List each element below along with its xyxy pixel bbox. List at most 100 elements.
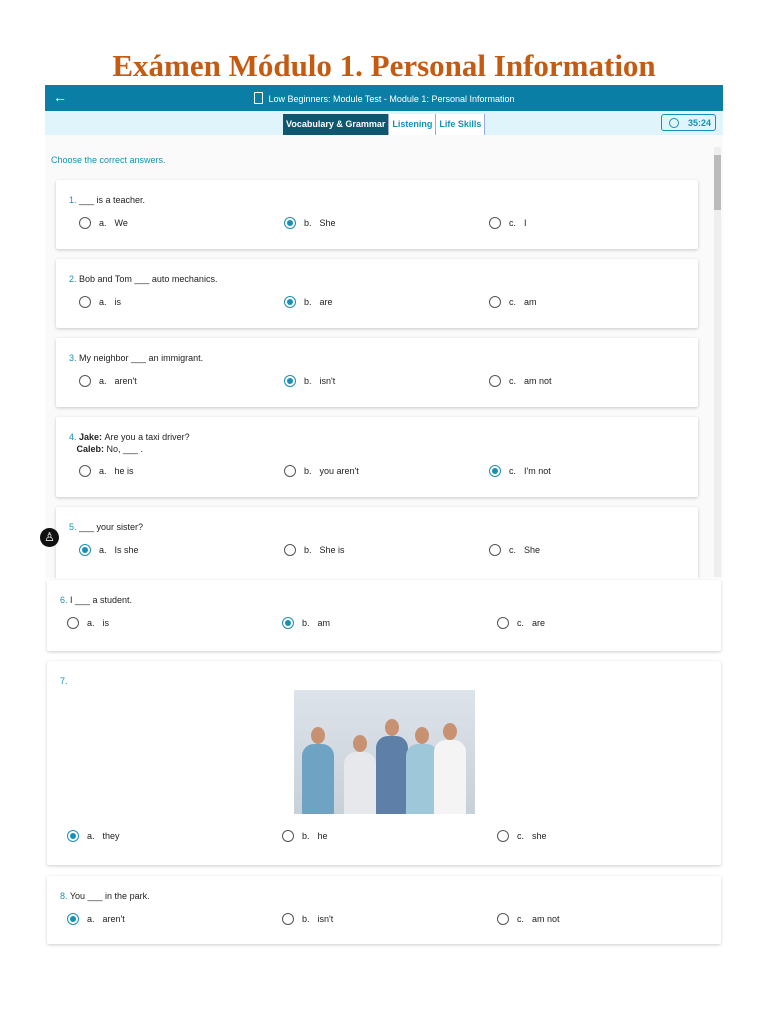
indent: [69, 444, 77, 454]
radio-unselected[interactable]: [489, 217, 501, 229]
option-label: Is she: [115, 545, 139, 555]
radio-selected[interactable]: [284, 296, 296, 308]
answer-option[interactable]: c.am not: [497, 913, 560, 925]
question-line: My neighbor ___ an immigrant.: [79, 353, 203, 363]
answer-option[interactable]: b.isn't: [284, 375, 335, 387]
option-label: is: [103, 618, 110, 628]
option-letter: c.: [509, 466, 516, 476]
document-icon: [254, 92, 263, 104]
question-text: 7.: [60, 675, 68, 687]
scrollbar-thumb[interactable]: [714, 155, 721, 210]
option-label: am not: [532, 914, 560, 924]
option-letter: b.: [302, 831, 310, 841]
radio-selected[interactable]: [67, 913, 79, 925]
person-head: [443, 723, 457, 740]
option-letter: b.: [302, 914, 310, 924]
tab-vocabulary-grammar[interactable]: Vocabulary & Grammar: [283, 114, 389, 135]
answer-option[interactable]: a. Is she: [79, 544, 139, 556]
radio-selected[interactable]: [489, 465, 501, 477]
answer-option[interactable]: c.She: [489, 544, 540, 556]
radio-unselected[interactable]: [497, 830, 509, 842]
speaker-label: Caleb:: [77, 444, 107, 454]
radio-unselected[interactable]: [282, 913, 294, 925]
option-letter: c.: [517, 618, 524, 628]
accessibility-icon[interactable]: ♙: [40, 528, 59, 547]
option-letter: b.: [304, 545, 312, 555]
radio-selected[interactable]: [67, 830, 79, 842]
question-line: Are you a taxi driver?: [105, 432, 190, 442]
answer-option[interactable]: a.aren't: [67, 913, 125, 925]
radio-unselected[interactable]: [79, 296, 91, 308]
question-line: ___ your sister?: [79, 522, 143, 532]
answer-option[interactable]: b.isn't: [282, 913, 333, 925]
option-letter: a.: [99, 545, 107, 555]
tab-listening[interactable]: Listening: [389, 114, 436, 135]
radio-selected[interactable]: [284, 217, 296, 229]
question-line: I ___ a student.: [70, 595, 132, 605]
radio-selected[interactable]: [284, 375, 296, 387]
radio-unselected[interactable]: [489, 544, 501, 556]
scrollbar[interactable]: [714, 147, 721, 577]
answer-option[interactable]: b.am: [282, 617, 330, 629]
stopwatch-icon: [669, 118, 679, 128]
question-text: 2. Bob and Tom ___ auto mechanics.: [69, 273, 217, 285]
answer-option[interactable]: a.is: [67, 617, 109, 629]
radio-selected[interactable]: [282, 617, 294, 629]
radio-unselected[interactable]: [489, 375, 501, 387]
question-text: 5. ___ your sister?: [69, 521, 143, 533]
option-label: she: [532, 831, 547, 841]
answer-option[interactable]: c.she: [497, 830, 547, 842]
question-text: 4. Jake: Are you a taxi driver? Caleb: N…: [69, 431, 190, 455]
question-number: 2.: [69, 274, 79, 284]
answer-option[interactable]: c.am: [489, 296, 537, 308]
document-title: Exámen Módulo 1. Personal Information: [0, 48, 768, 84]
radio-unselected[interactable]: [497, 913, 509, 925]
answer-option[interactable]: c. are: [497, 617, 545, 629]
option-label: you aren't: [320, 466, 359, 476]
question-line: Bob and Tom ___ auto mechanics.: [79, 274, 217, 284]
answer-option[interactable]: c.I: [489, 217, 527, 229]
radio-selected[interactable]: [79, 544, 91, 556]
option-label: is: [115, 297, 122, 307]
answer-option[interactable]: a.We: [79, 217, 128, 229]
answer-option[interactable]: b.are: [284, 296, 333, 308]
option-letter: a.: [99, 218, 107, 228]
option-label: he: [318, 831, 328, 841]
speaker-label: Jake:: [79, 432, 105, 442]
radio-unselected[interactable]: [79, 465, 91, 477]
instructions: Choose the correct answers.: [51, 155, 166, 165]
radio-unselected[interactable]: [282, 830, 294, 842]
question-card: 4. Jake: Are you a taxi driver? Caleb: N…: [56, 417, 698, 497]
option-label: I: [524, 218, 527, 228]
answer-option[interactable]: c.I'm not: [489, 465, 551, 477]
answer-option[interactable]: b.She: [284, 217, 336, 229]
group-of-people-photo: [294, 690, 475, 814]
option-letter: a.: [87, 831, 95, 841]
person-head: [415, 727, 429, 744]
answer-option[interactable]: b. he: [282, 830, 328, 842]
radio-unselected[interactable]: [67, 617, 79, 629]
radio-unselected[interactable]: [284, 544, 296, 556]
answer-option[interactable]: c.am not: [489, 375, 552, 387]
question-text: 1. ___ is a teacher.: [69, 194, 145, 206]
radio-unselected[interactable]: [497, 617, 509, 629]
answer-option[interactable]: a.they: [67, 830, 120, 842]
radio-unselected[interactable]: [79, 375, 91, 387]
question-line: No, ___ .: [107, 444, 144, 454]
question-card: 7. a.they b. he c.she: [47, 661, 721, 865]
answer-option[interactable]: a.aren't: [79, 375, 137, 387]
radio-unselected[interactable]: [284, 465, 296, 477]
answer-option[interactable]: b.you aren't: [284, 465, 359, 477]
radio-unselected[interactable]: [79, 217, 91, 229]
question-card: 6. I ___ a student.a.isb.amc.are: [47, 580, 721, 651]
tab-life-skills[interactable]: Life Skills: [436, 114, 485, 135]
answer-option[interactable]: a.is: [79, 296, 121, 308]
question-number: 7.: [60, 676, 68, 686]
person-figure: [376, 736, 408, 814]
question-number: 8.: [60, 891, 70, 901]
option-label: are: [532, 618, 545, 628]
answer-option[interactable]: b.She is: [284, 544, 345, 556]
answer-option[interactable]: a.he is: [79, 465, 134, 477]
radio-unselected[interactable]: [489, 296, 501, 308]
person-figure: [302, 744, 334, 814]
